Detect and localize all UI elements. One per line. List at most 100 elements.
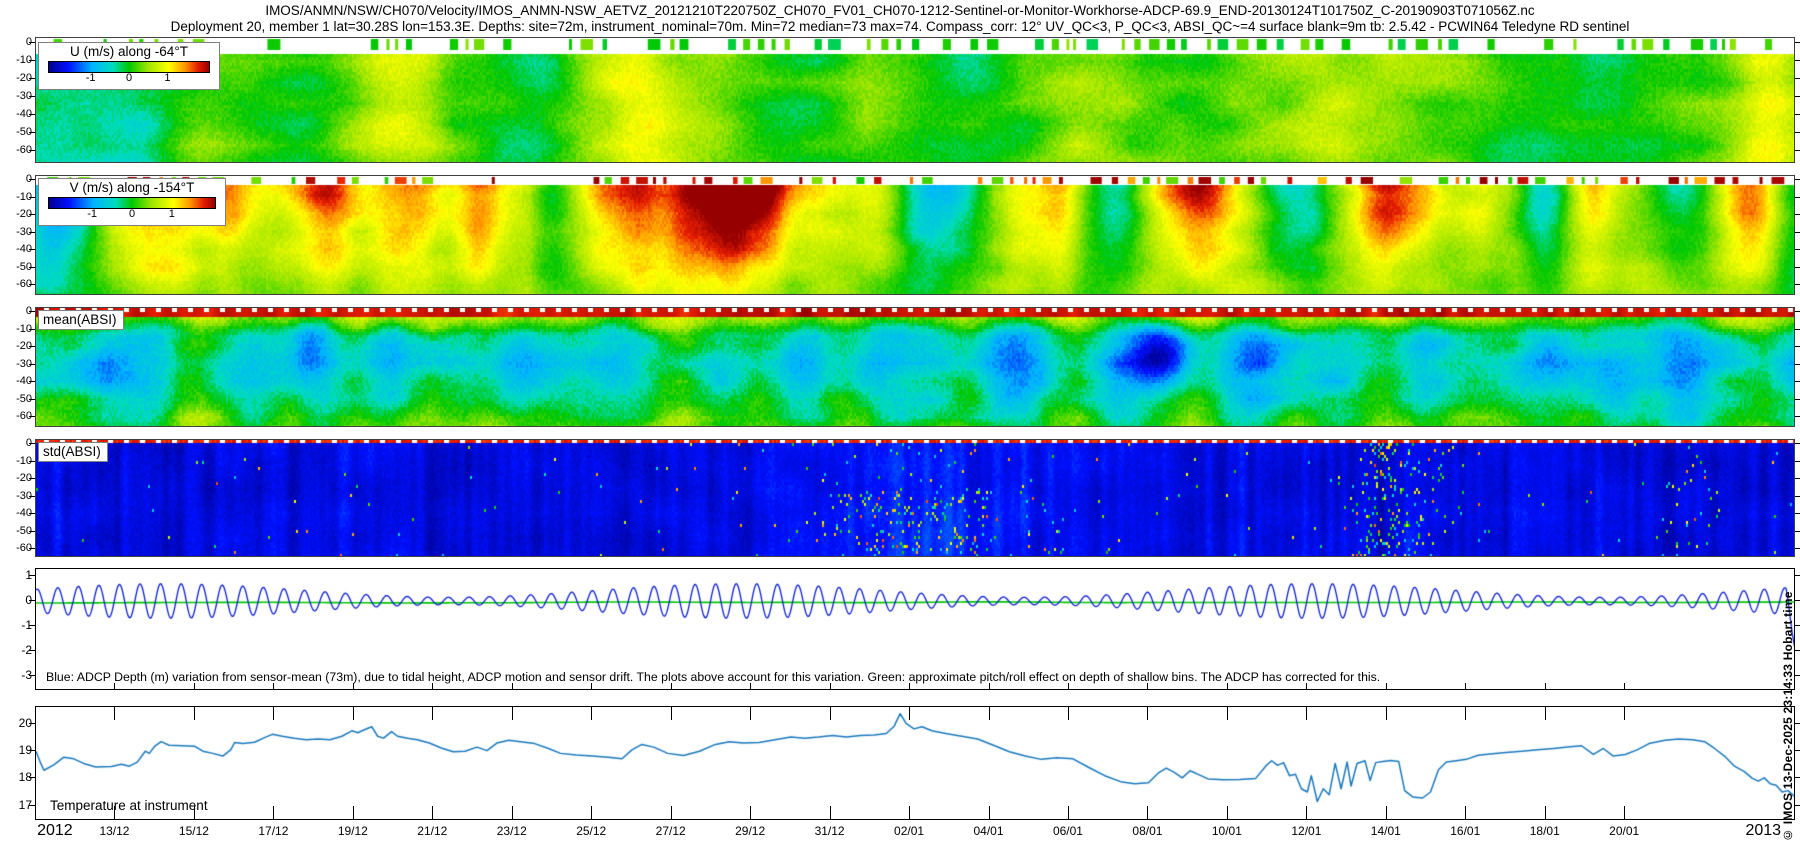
- x-tick-label: 2013: [1745, 822, 1781, 840]
- x-tick-mark: [1306, 707, 1307, 720]
- x-tick-label: 20/01: [1609, 824, 1639, 838]
- y-tick-mark: [29, 777, 35, 778]
- x-tick-mark: [432, 806, 433, 819]
- y-tick-mark: [29, 60, 35, 61]
- y-tick-mark: [29, 249, 35, 250]
- y-tick-mark: [1795, 267, 1800, 268]
- u-colorbar-gradient: -1 0 1: [48, 61, 210, 73]
- x-tick-mark: [671, 707, 672, 720]
- x-tick-label: 2012: [37, 822, 73, 840]
- y-tick-mark: [29, 478, 35, 479]
- y-tick-label: -30: [2, 358, 32, 370]
- y-tick-label: -30: [2, 226, 32, 238]
- y-tick-mark: [29, 723, 35, 724]
- x-tick-mark: [1465, 707, 1466, 720]
- std-absi-panel: std(ABSI): [35, 439, 1795, 557]
- y-tick-label: -20: [2, 472, 32, 484]
- x-tick-mark: [830, 806, 831, 819]
- y-tick-mark: [1795, 346, 1800, 347]
- y-tick-mark: [1795, 443, 1800, 444]
- y-tick-mark: [29, 114, 35, 115]
- x-tick-mark: [830, 707, 831, 720]
- u-colorbar-legend: U (m/s) along -64°T -1 0 1: [38, 42, 220, 90]
- y-tick-mark: [29, 399, 35, 400]
- colorbar-tick-label: 1: [169, 208, 175, 220]
- colorbar-tick-label: 0: [129, 208, 135, 220]
- std-absi-label: std(ABSI): [38, 442, 108, 462]
- x-tick-mark: [989, 707, 990, 720]
- y-tick-label: -10: [2, 54, 32, 66]
- std-absi-heatmap: [36, 440, 1794, 556]
- y-tick-label: -50: [2, 126, 32, 138]
- v-colorbar-title: V (m/s) along -154°T: [39, 179, 225, 195]
- colorbar-tick-label: -1: [87, 208, 97, 220]
- y-tick-mark: [1795, 114, 1800, 115]
- y-tick-label: -1: [2, 619, 32, 632]
- y-tick-mark: [1795, 284, 1800, 285]
- y-tick-label: -40: [2, 108, 32, 120]
- x-tick-label: 25/12: [576, 824, 606, 838]
- y-tick-mark: [1795, 132, 1800, 133]
- x-tick-label: 18/01: [1530, 824, 1560, 838]
- x-tick-mark: [512, 806, 513, 819]
- y-tick-label: -50: [2, 525, 32, 537]
- colorbar-tick-label: 1: [164, 72, 170, 84]
- x-tick-mark: [353, 806, 354, 819]
- y-tick-mark: [1795, 96, 1800, 97]
- temperature-panel: Temperature at instrument: [35, 706, 1795, 820]
- y-tick-mark: [29, 311, 35, 312]
- y-tick-mark: [1795, 179, 1800, 180]
- y-tick-label: -40: [2, 375, 32, 387]
- y-tick-mark: [29, 575, 35, 576]
- y-tick-label: -60: [2, 410, 32, 422]
- y-tick-label: 18: [2, 771, 32, 784]
- x-tick-mark: [1386, 683, 1387, 689]
- x-tick-label: 15/12: [179, 824, 209, 838]
- mean-absi-label: mean(ABSI): [38, 310, 124, 330]
- x-tick-mark: [273, 707, 274, 720]
- x-tick-mark: [353, 707, 354, 720]
- depth-variation-panel: Blue: ADCP Depth (m) variation from sens…: [35, 568, 1795, 690]
- x-tick-label: 27/12: [656, 824, 686, 838]
- x-tick-mark: [750, 806, 751, 819]
- y-tick-label: 17: [2, 799, 32, 812]
- u-velocity-panel: U (m/s) along -64°T -1 0 1: [35, 37, 1795, 163]
- y-tick-mark: [29, 650, 35, 651]
- x-tick-label: 13/12: [99, 824, 129, 838]
- y-tick-label: -20: [2, 72, 32, 84]
- y-tick-mark: [1795, 249, 1800, 250]
- v-velocity-panel: V (m/s) along -154°T -1 0 1: [35, 175, 1795, 295]
- y-tick-label: 19: [2, 744, 32, 757]
- y-tick-mark: [29, 132, 35, 133]
- y-tick-mark: [1795, 416, 1800, 417]
- y-tick-mark: [29, 750, 35, 751]
- x-tick-mark: [1306, 806, 1307, 819]
- y-tick-label: 0: [2, 36, 32, 48]
- y-tick-mark: [29, 346, 35, 347]
- y-tick-mark: [1795, 150, 1800, 151]
- x-tick-mark: [1465, 683, 1466, 689]
- y-tick-mark: [29, 96, 35, 97]
- x-tick-mark: [671, 806, 672, 819]
- y-tick-label: 1: [2, 569, 32, 582]
- x-tick-label: 29/12: [735, 824, 765, 838]
- u-velocity-heatmap: [36, 38, 1794, 162]
- y-tick-mark: [29, 329, 35, 330]
- y-tick-label: -50: [2, 261, 32, 273]
- x-tick-mark: [512, 707, 513, 720]
- y-tick-mark: [29, 150, 35, 151]
- y-tick-mark: [29, 496, 35, 497]
- y-tick-mark: [29, 625, 35, 626]
- y-tick-mark: [1795, 399, 1800, 400]
- y-tick-mark: [29, 232, 35, 233]
- y-tick-label: -60: [2, 144, 32, 156]
- y-tick-mark: [1795, 311, 1800, 312]
- x-tick-mark: [1545, 806, 1546, 819]
- x-tick-label: 08/01: [1132, 824, 1162, 838]
- y-tick-mark: [29, 284, 35, 285]
- u-colorbar-title: U (m/s) along -64°T: [39, 43, 219, 59]
- y-tick-mark: [29, 42, 35, 43]
- x-tick-mark: [909, 707, 910, 720]
- y-tick-label: -10: [2, 191, 32, 203]
- v-colorbar-gradient: -1 0 1: [48, 197, 216, 209]
